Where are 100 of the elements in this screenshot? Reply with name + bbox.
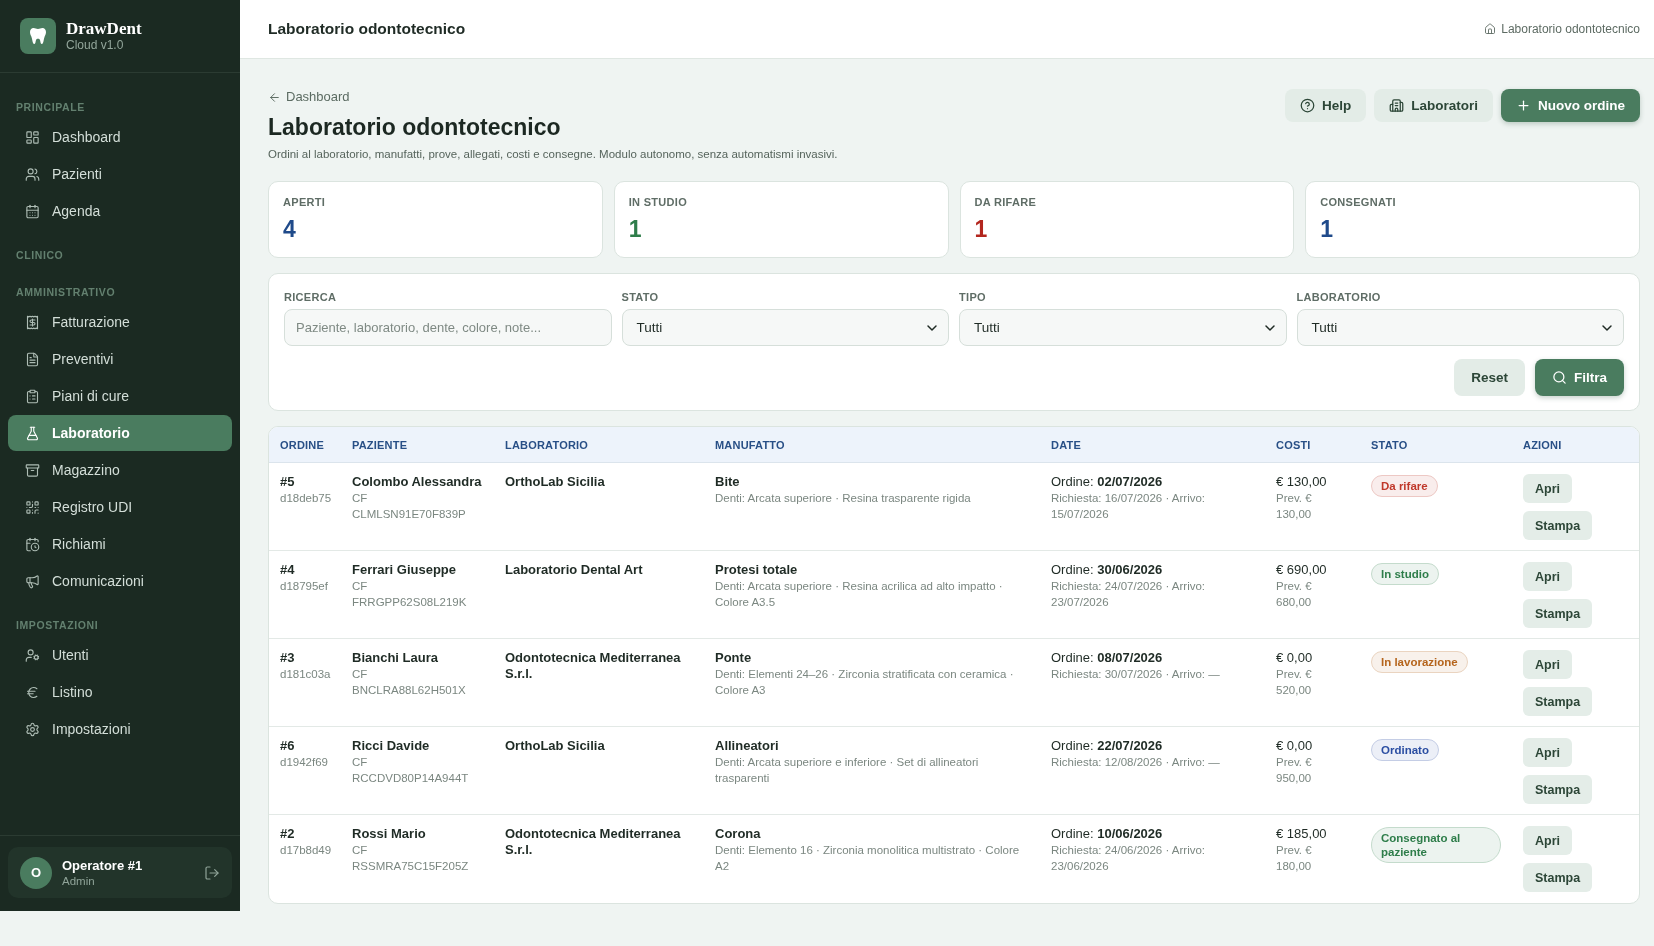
stat-value: 1 — [628, 215, 643, 243]
page-title: Laboratorio odontotecnico — [268, 113, 562, 141]
filter-label: TIPO — [959, 290, 987, 304]
item-name: Allineatori — [715, 738, 779, 754]
cost-amount: € 185,00 — [1276, 826, 1327, 842]
date-details: Richiesta: 16/07/2026 · Arrivo: 15/07/2026 — [1051, 491, 1207, 522]
stat-value: 4 — [283, 215, 297, 243]
print-button[interactable]: Stampa — [1523, 599, 1593, 628]
item-details: Denti: Elementi 24–26 · Zirconia stratificata con ceramica · Colore A3 — [715, 667, 1015, 698]
nav-item[interactable]: Richiami — [8, 526, 232, 562]
order-number: #4 — [280, 562, 295, 578]
filter-button[interactable]: Filtra — [1535, 359, 1624, 396]
users-icon — [25, 166, 40, 182]
column-header: ORDINE — [279, 437, 325, 453]
filter-label: RICERCA — [284, 290, 338, 304]
column-header: PAZIENTE — [351, 437, 409, 453]
print-button[interactable]: Stampa — [1523, 775, 1593, 804]
nav-item[interactable]: Impostazioni — [8, 711, 232, 747]
building-icon — [1389, 98, 1405, 113]
top-bar-title: Laboratorio odontotecnico — [268, 20, 466, 38]
calendar-clock-icon — [25, 536, 40, 552]
nav-item[interactable]: Comunicazioni — [8, 563, 232, 599]
order-number: #3 — [280, 650, 295, 666]
cost-amount: € 0,00 — [1276, 738, 1313, 754]
section-label: CLINICO — [15, 249, 65, 261]
item-details: Denti: Arcata superiore · Resina trasparente rigida — [715, 491, 971, 506]
nav-item[interactable]: Magazzino — [8, 452, 232, 488]
brand-name: DrawDent — [66, 19, 142, 38]
logout-icon[interactable] — [204, 864, 220, 881]
breadcrumb-link[interactable]: Laboratorio odontotecnico — [1501, 22, 1640, 36]
arrow-left-icon — [268, 90, 281, 104]
lab-name: Odontotecnica Mediterranea S.r.l. — [505, 650, 682, 682]
print-button[interactable]: Stampa — [1523, 863, 1593, 892]
flask-icon — [25, 425, 40, 441]
status-select[interactable]: Tutti — [621, 309, 949, 346]
column-header: AZIONI — [1522, 437, 1563, 453]
qr-code-icon — [25, 499, 40, 515]
cost-estimate: Prev. € 950,00 — [1276, 755, 1313, 786]
nav-item[interactable]: Laboratorio — [8, 415, 232, 451]
stat-label: APERTI — [283, 195, 327, 209]
reset-button[interactable]: Reset — [1454, 359, 1525, 396]
nav-item[interactable]: Utenti — [8, 637, 232, 673]
status-badge: Consegnato al paziente — [1371, 827, 1501, 863]
item-name: Bite — [715, 474, 740, 490]
help-icon — [1299, 98, 1315, 113]
stat-value: 1 — [974, 215, 989, 243]
column-header: MANUFATTO — [714, 437, 786, 453]
clipboard-list-icon — [25, 388, 40, 404]
lab-select[interactable]: Tutti — [1296, 309, 1624, 346]
open-button[interactable]: Apri — [1523, 826, 1572, 855]
type-select[interactable]: Tutti — [959, 309, 1287, 346]
open-button[interactable]: Apri — [1523, 562, 1572, 591]
date-details: Richiesta: 30/07/2026 · Arrivo: — — [1051, 667, 1220, 682]
dashboard-icon — [25, 129, 40, 145]
open-button[interactable]: Apri — [1523, 474, 1572, 503]
nav-item[interactable]: Preventivi — [8, 341, 232, 377]
date-details: Richiesta: 24/07/2026 · Arrivo: 23/07/2026 — [1051, 579, 1207, 610]
item-details: Denti: Elemento 16 · Zirconia monolitica multistrato · Colore A2 — [715, 843, 1021, 874]
search-field[interactable]: Paziente, laboratorio, dente, colore, note... — [284, 309, 612, 346]
archive-icon — [25, 462, 40, 478]
order-code: d17b8d49 — [280, 843, 332, 858]
labs-button[interactable]: Laboratori — [1374, 89, 1493, 122]
open-button[interactable]: Apri — [1523, 738, 1572, 767]
date-details: Richiesta: 12/08/2026 · Arrivo: — — [1051, 755, 1220, 770]
plus-icon — [1516, 98, 1531, 113]
nav-item[interactable]: Dashboard — [8, 119, 232, 155]
column-header: DATE — [1050, 437, 1082, 453]
cost-estimate: Prev. € 520,00 — [1276, 667, 1313, 698]
nav-item[interactable]: Fatturazione — [8, 304, 232, 340]
help-button[interactable]: Help — [1284, 89, 1367, 122]
user-cog-icon — [25, 647, 40, 663]
back-link[interactable]: Dashboard — [268, 89, 350, 105]
patient-name: Bianchi Laura — [352, 650, 438, 666]
section-label: AMMINISTRATIVO — [15, 286, 117, 298]
lab-name: OrthoLab Sicilia — [505, 474, 605, 490]
nav-item[interactable]: Agenda — [8, 193, 232, 229]
nav-item[interactable]: Pazienti — [8, 156, 232, 192]
lab-name: Odontotecnica Mediterranea S.r.l. — [505, 826, 682, 858]
print-button[interactable]: Stampa — [1523, 511, 1593, 540]
home-icon — [1484, 23, 1497, 35]
column-header: COSTI — [1275, 437, 1312, 453]
nav-item[interactable]: Piani di cure — [8, 378, 232, 414]
lab-name: Laboratorio Dental Art — [505, 562, 643, 578]
new-order-button[interactable]: Nuovo ordine — [1501, 89, 1640, 122]
open-button[interactable]: Apri — [1523, 650, 1572, 679]
order-code: d181c03a — [280, 667, 331, 682]
patient-tax-code: CF RCCDVD80P14A944T — [352, 755, 470, 786]
calendar-icon — [25, 203, 40, 219]
section-label: PRINCIPALE — [15, 101, 86, 113]
print-button[interactable]: Stampa — [1523, 687, 1593, 716]
patient-tax-code: CF FRRGPP62S08L219K — [352, 579, 468, 610]
order-date: Ordine: 08/07/2026 — [1051, 650, 1163, 666]
cost-amount: € 690,00 — [1276, 562, 1327, 578]
cost-amount: € 130,00 — [1276, 474, 1327, 490]
settings-icon — [25, 721, 40, 737]
nav-item[interactable]: Listino — [8, 674, 232, 710]
order-code: d18deb75 — [280, 491, 332, 506]
status-badge: Da rifare — [1371, 475, 1438, 497]
user-role: Admin — [62, 873, 96, 888]
nav-item[interactable]: Registro UDI — [8, 489, 232, 525]
